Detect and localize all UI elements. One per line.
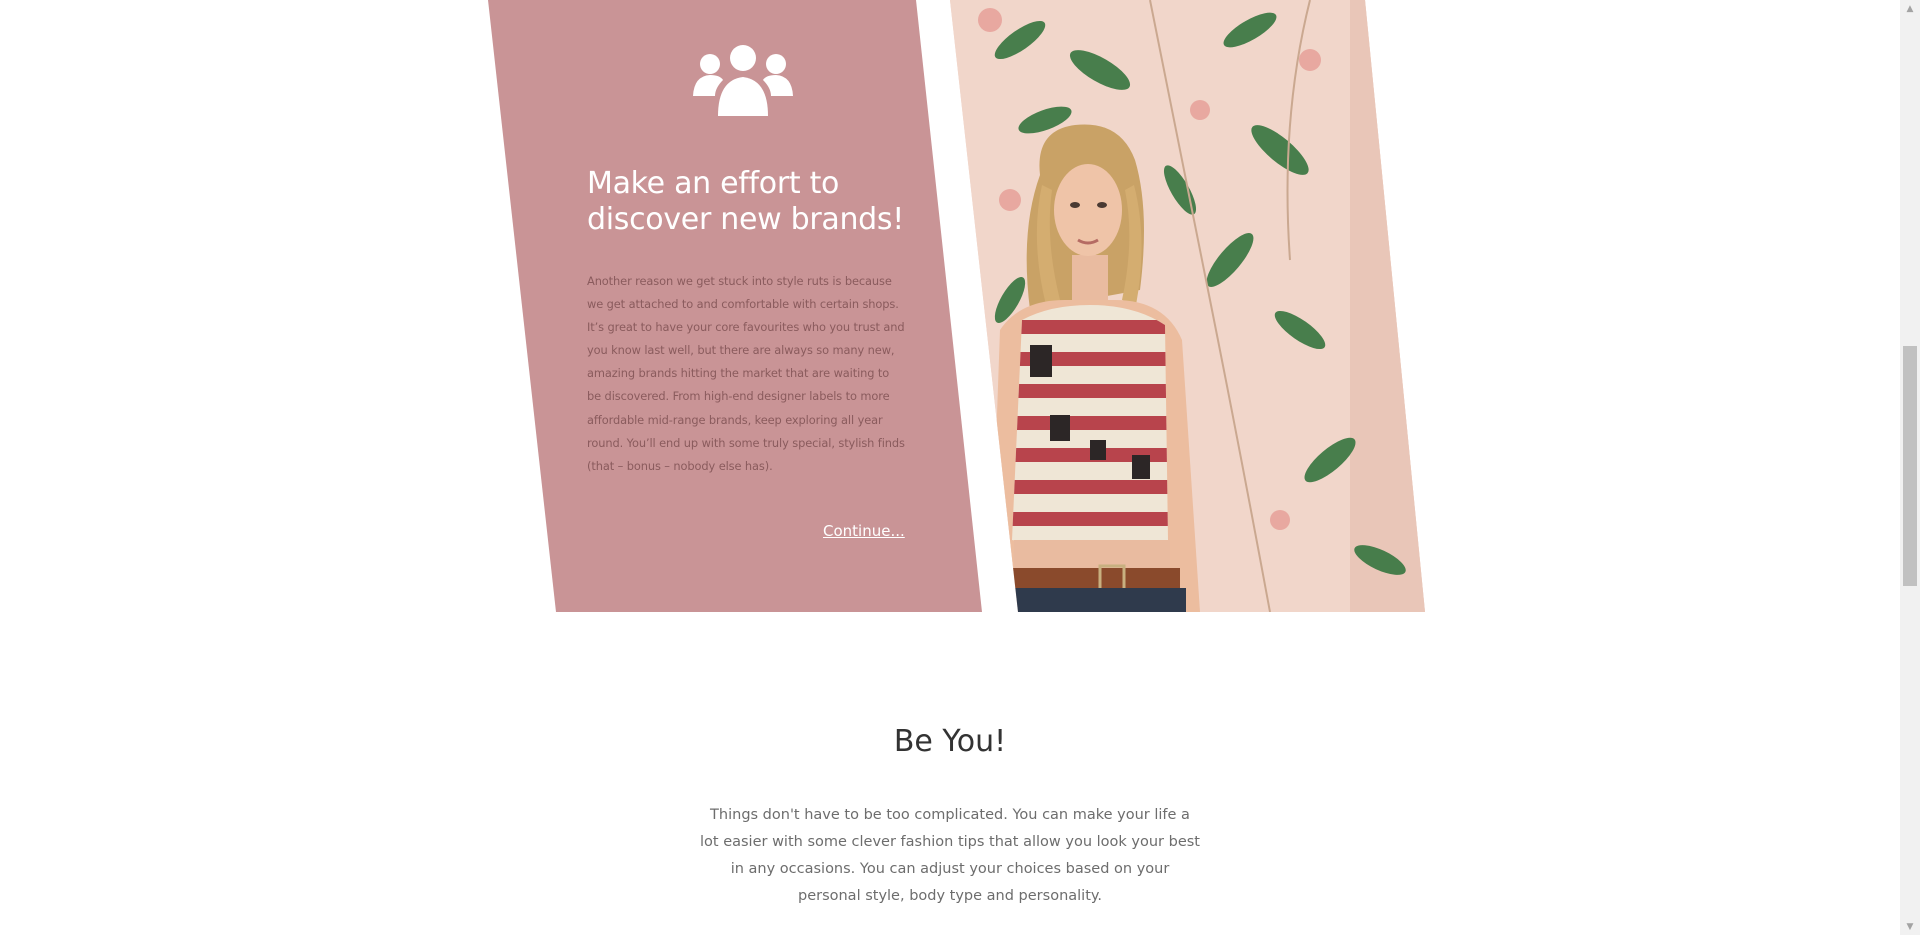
feature-text-panel: Make an effort to discover new brands! A… [488, 0, 982, 612]
vertical-scrollbar[interactable]: ▲ ▼ [1900, 0, 1920, 935]
feature-body-text: Another reason we get stuck into style r… [587, 274, 905, 473]
feature-title: Make an effort to discover new brands! [587, 166, 904, 237]
scroll-up-arrow-icon[interactable]: ▲ [1900, 0, 1920, 17]
section-title: Be You! [893, 724, 1007, 759]
section-body-text: Things don't have to be too complicated.… [700, 807, 1200, 904]
scroll-down-arrow-icon[interactable]: ▼ [1900, 918, 1920, 935]
scrollbar-thumb[interactable] [1903, 346, 1917, 586]
continue-link[interactable]: Continue... [823, 522, 905, 540]
feature-block: Make an effort to discover new brands! A… [480, 0, 1480, 612]
page: Make an effort to discover new brands! A… [0, 0, 1920, 935]
feature-photo [950, 0, 1425, 612]
users-icon [693, 45, 793, 116]
